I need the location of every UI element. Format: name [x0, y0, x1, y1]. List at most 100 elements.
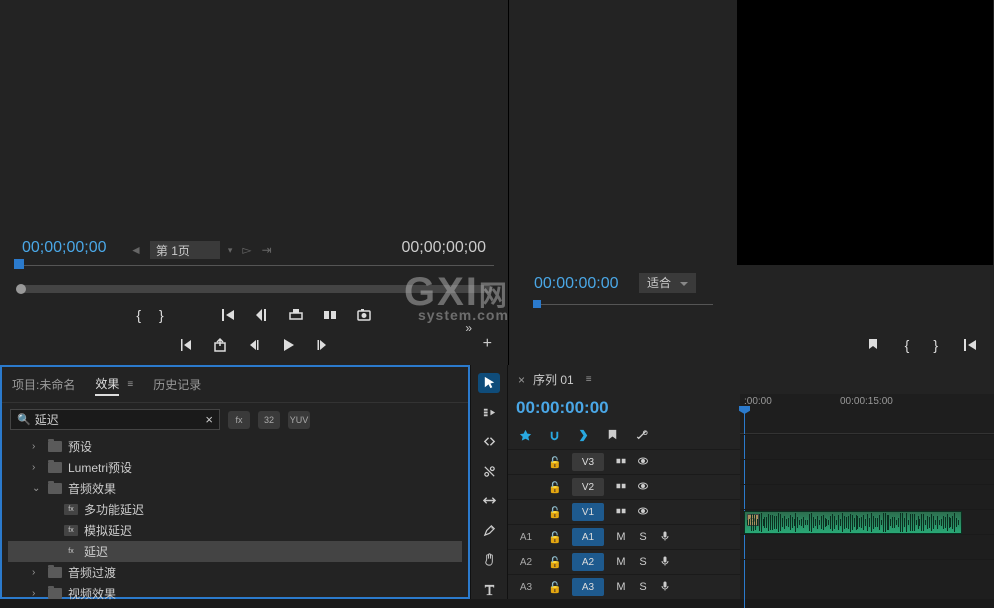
voice-over-button[interactable]: [654, 530, 676, 545]
track-source-patch[interactable]: A1: [508, 532, 544, 543]
lock-icon[interactable]: 🔓: [544, 581, 566, 594]
tree-item[interactable]: ›音频过渡: [8, 562, 462, 583]
track-source-patch[interactable]: A2: [508, 557, 544, 568]
solo-button[interactable]: S: [632, 581, 654, 593]
prev-page-arrow[interactable]: ◄: [128, 243, 144, 257]
effects-search-box[interactable]: 🔍 ×: [10, 409, 220, 430]
go-to-in-program-button[interactable]: [962, 337, 978, 353]
tab-effects[interactable]: 效果: [95, 373, 119, 396]
step-back-button[interactable]: [254, 307, 270, 323]
tree-item[interactable]: ›预设: [8, 436, 462, 457]
expand-transport-button[interactable]: »: [465, 321, 472, 335]
tab-history[interactable]: 历史记录: [153, 374, 201, 395]
track-lane[interactable]: [740, 559, 994, 584]
tab-project[interactable]: 项目:未命名: [12, 374, 75, 395]
go-to-in-button[interactable]: [220, 307, 236, 323]
lock-icon[interactable]: 🔓: [544, 456, 566, 469]
page-end-arrow[interactable]: ⇥: [260, 243, 274, 257]
track-target[interactable]: A2: [572, 553, 604, 571]
timeline-settings-button[interactable]: [634, 428, 649, 443]
slip-tool[interactable]: [478, 491, 500, 511]
tree-item[interactable]: fx模拟延迟: [8, 520, 462, 541]
add-button[interactable]: +: [483, 335, 492, 353]
track-lane[interactable]: [740, 534, 994, 559]
voice-over-button[interactable]: [654, 580, 676, 595]
zoom-handle[interactable]: [16, 284, 26, 294]
close-sequence-button[interactable]: ×: [518, 373, 525, 387]
lock-icon[interactable]: 🔓: [544, 556, 566, 569]
tree-toggle-icon[interactable]: ›: [32, 441, 42, 452]
mark-in-program-button[interactable]: {: [905, 337, 910, 353]
snap-toggle[interactable]: [547, 428, 562, 443]
mute-button[interactable]: M: [610, 531, 632, 543]
frame-forward-button[interactable]: [314, 337, 330, 353]
toggle-output-button[interactable]: [632, 455, 654, 470]
marker-button[interactable]: [865, 337, 881, 353]
source-scrubber[interactable]: [14, 259, 494, 271]
mark-out-program-button[interactable]: }: [933, 337, 938, 353]
audio-clip[interactable]: fx: [744, 511, 962, 534]
tree-item[interactable]: fx多功能延迟: [8, 499, 462, 520]
zoom-select[interactable]: 适合: [639, 273, 696, 293]
next-page-arrow[interactable]: ▻: [240, 243, 253, 257]
ripple-edit-tool[interactable]: [478, 432, 500, 452]
lock-icon[interactable]: 🔓: [544, 531, 566, 544]
insert-button[interactable]: [288, 307, 304, 323]
overwrite-button[interactable]: [322, 307, 338, 323]
add-marker-button[interactable]: [605, 428, 620, 443]
track-target[interactable]: A1: [572, 528, 604, 546]
export-frame-button[interactable]: [356, 307, 372, 323]
voice-over-button[interactable]: [654, 555, 676, 570]
source-timecode-in[interactable]: 00;00;00;00: [22, 239, 107, 257]
timeline-timecode[interactable]: 00:00:00:00: [508, 394, 740, 426]
program-timecode[interactable]: 00:00:00:00: [534, 275, 619, 293]
page-dropdown-icon[interactable]: ▾: [226, 245, 235, 256]
filter-fx-badge[interactable]: fx: [228, 411, 250, 429]
program-playhead[interactable]: [533, 300, 541, 308]
mark-out-button[interactable]: }: [159, 307, 164, 323]
toggle-output-button[interactable]: [632, 480, 654, 495]
tree-item[interactable]: ⌄音频效果: [8, 478, 462, 499]
tree-toggle-icon[interactable]: ›: [32, 567, 42, 578]
linked-selection-toggle[interactable]: [576, 428, 591, 443]
track-lane[interactable]: [740, 434, 994, 459]
track-target[interactable]: A3: [572, 578, 604, 596]
track-lane[interactable]: [740, 459, 994, 484]
clear-search-button[interactable]: ×: [205, 412, 213, 427]
mark-in-button[interactable]: {: [136, 307, 141, 323]
lock-icon[interactable]: 🔓: [544, 481, 566, 494]
filter-yuv-badge[interactable]: YUV: [288, 411, 310, 429]
source-zoom-bar[interactable]: [16, 285, 492, 293]
track-select-tool[interactable]: [478, 403, 500, 423]
program-scrubber[interactable]: [533, 302, 713, 312]
sequence-name[interactable]: 序列 01: [533, 371, 574, 388]
track-target[interactable]: V1: [572, 503, 604, 521]
sync-lock-button[interactable]: [610, 455, 632, 470]
sync-lock-button[interactable]: [610, 505, 632, 520]
source-playhead[interactable]: [14, 259, 24, 269]
tree-item[interactable]: ›Lumetri预设: [8, 457, 462, 478]
pen-tool[interactable]: [478, 521, 500, 541]
lock-icon[interactable]: 🔓: [544, 506, 566, 519]
hand-tool[interactable]: [478, 550, 500, 570]
toggle-output-button[interactable]: [632, 505, 654, 520]
mute-button[interactable]: M: [610, 581, 632, 593]
selection-tool[interactable]: [478, 373, 500, 393]
page-input[interactable]: [150, 241, 220, 259]
nest-toggle[interactable]: [518, 428, 533, 443]
solo-button[interactable]: S: [632, 531, 654, 543]
tree-item[interactable]: ›视频效果: [8, 583, 462, 604]
type-tool[interactable]: [478, 580, 500, 600]
track-lane[interactable]: fx: [740, 509, 994, 534]
play-button[interactable]: [280, 337, 296, 353]
track-source-patch[interactable]: A3: [508, 582, 544, 593]
effects-search-input[interactable]: [35, 413, 202, 427]
tree-item[interactable]: fx延迟: [8, 541, 462, 562]
track-target[interactable]: V3: [572, 453, 604, 471]
solo-button[interactable]: S: [632, 556, 654, 568]
time-ruler[interactable]: :00:00 00:00:15:00: [740, 394, 994, 434]
tree-toggle-icon[interactable]: ›: [32, 462, 42, 473]
timeline-menu-icon[interactable]: ≡: [586, 374, 592, 385]
frame-back-button[interactable]: [246, 337, 262, 353]
sync-lock-button[interactable]: [610, 480, 632, 495]
